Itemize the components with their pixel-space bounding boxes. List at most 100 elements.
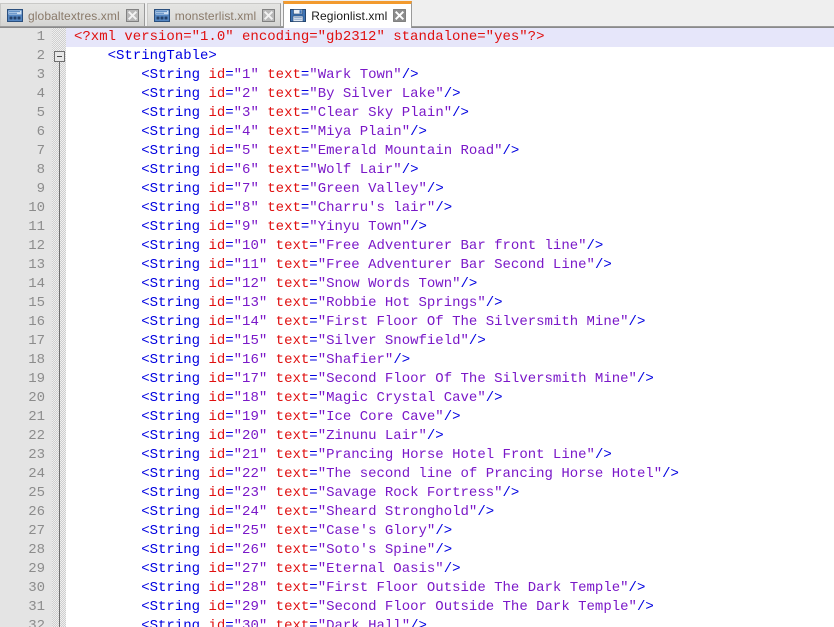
code-line: <String id="7" text="Green Valley"/> bbox=[66, 180, 834, 199]
self-closing-bracket: /> bbox=[477, 504, 495, 520]
code-editor[interactable]: 1 2 3 4 5 6 7 8 9 10 11 12 13 14 15 16 17 18 19 20 21 22 23 24 2… bbox=[0, 28, 834, 627]
self-closing-bracket: /> bbox=[485, 295, 503, 311]
self-closing-bracket: /> bbox=[628, 580, 646, 596]
self-closing-bracket: /> bbox=[435, 523, 453, 539]
element-tag: <String bbox=[141, 162, 201, 178]
attribute-value-id: "6" bbox=[233, 162, 259, 178]
attribute-name-id: id bbox=[208, 295, 226, 311]
tab-globaltextres-xml[interactable]: globaltextres.xml bbox=[0, 3, 145, 27]
attribute-name-text: text bbox=[275, 542, 310, 558]
fold-collapse-icon[interactable] bbox=[54, 51, 65, 62]
self-closing-bracket: /> bbox=[401, 162, 419, 178]
code-line: <String id="18" text="Magic Crystal Cave… bbox=[66, 389, 834, 408]
attribute-value-text: "Clear Sky Plain" bbox=[309, 105, 453, 121]
self-closing-bracket: /> bbox=[468, 333, 486, 349]
close-icon[interactable] bbox=[125, 9, 139, 22]
attribute-value-id: "19" bbox=[233, 409, 268, 425]
attribute-value-text: "Eternal Oasis" bbox=[317, 561, 444, 577]
tab-monsterlist-xml[interactable]: monsterlist.xml bbox=[146, 3, 282, 27]
line-number: 14 bbox=[28, 276, 45, 292]
attribute-name-id: id bbox=[208, 162, 226, 178]
self-closing-bracket: /> bbox=[452, 105, 469, 121]
equals-sign: = bbox=[309, 523, 318, 539]
code-line: <String id="10" text="Free Adventurer Ba… bbox=[66, 237, 834, 256]
attribute-name-text: text bbox=[275, 466, 310, 482]
attribute-name-id: id bbox=[208, 124, 226, 140]
attribute-value-id: "16" bbox=[233, 352, 268, 368]
tab-bar: globaltextres.xml monsterlist.xml Regionli… bbox=[0, 0, 834, 28]
code-line: <String id="26" text="Soto's Spine"/> bbox=[66, 541, 834, 560]
equals-sign: = bbox=[225, 86, 234, 102]
line-number: 16 bbox=[28, 314, 45, 330]
attribute-name-id: id bbox=[208, 485, 226, 501]
attribute-value-id: "10" bbox=[233, 238, 268, 254]
line-number: 26 bbox=[28, 504, 45, 520]
attribute-value-text: "Sheard Stronghold" bbox=[317, 504, 478, 520]
attribute-name-id: id bbox=[208, 67, 226, 83]
attribute-value-text: "Snow Words Town" bbox=[317, 276, 461, 292]
line-number: 18 bbox=[28, 352, 45, 368]
element-tag: <String bbox=[141, 504, 201, 520]
equals-sign: = bbox=[309, 276, 318, 292]
code-line: <String id="23" text="Savage Rock Fortre… bbox=[66, 484, 834, 503]
equals-sign: = bbox=[309, 542, 318, 558]
attribute-name-text: text bbox=[275, 580, 310, 596]
equals-sign: = bbox=[309, 580, 318, 596]
attribute-value-text: "Charru's lair" bbox=[309, 200, 436, 216]
code-text-area[interactable]: <?xml version="1.0" encoding="gb2312" st… bbox=[66, 28, 834, 627]
attribute-name-id: id bbox=[208, 314, 226, 330]
attribute-name-id: id bbox=[208, 447, 226, 463]
attribute-value-text: "Prancing Horse Hotel Front Line" bbox=[317, 447, 595, 463]
equals-sign: = bbox=[225, 409, 234, 425]
code-line: <?xml version="1.0" encoding="gb2312" st… bbox=[66, 28, 834, 47]
line-number: 25 bbox=[28, 485, 45, 501]
attribute-value-text: "Free Adventurer Bar front line" bbox=[317, 238, 587, 254]
attribute-value-text: "Second Floor Of The Silversmith Mine" bbox=[317, 371, 637, 387]
attribute-name-id: id bbox=[208, 333, 226, 349]
attribute-value-text: "Silver Snowfield" bbox=[317, 333, 469, 349]
equals-sign: = bbox=[225, 390, 234, 406]
attribute-value-text: "Dark Hall" bbox=[317, 618, 411, 627]
attribute-name-text: text bbox=[267, 143, 301, 159]
code-folding-margin[interactable] bbox=[52, 28, 66, 627]
attribute-name-text: text bbox=[275, 295, 310, 311]
equals-sign: = bbox=[225, 466, 234, 482]
attribute-name-text: text bbox=[267, 219, 301, 235]
element-tag: <String bbox=[141, 276, 201, 292]
self-closing-bracket: /> bbox=[460, 276, 478, 292]
attribute-value-id: "15" bbox=[233, 333, 268, 349]
code-line: <String id="16" text="Shafier"/> bbox=[66, 351, 834, 370]
attribute-name-text: text bbox=[267, 124, 301, 140]
equals-sign: = bbox=[309, 333, 318, 349]
attribute-name-id: id bbox=[208, 523, 226, 539]
code-line: <String id="17" text="Second Floor Of Th… bbox=[66, 370, 834, 389]
self-closing-bracket: /> bbox=[594, 447, 612, 463]
code-line: <String id="3" text="Clear Sky Plain"/> bbox=[66, 104, 834, 123]
equals-sign: = bbox=[309, 257, 318, 273]
attribute-name-id: id bbox=[208, 599, 226, 615]
equals-sign: = bbox=[225, 485, 234, 501]
attribute-value-text: "Green Valley" bbox=[309, 181, 427, 197]
code-line: <String id="11" text="Free Adventurer Ba… bbox=[66, 256, 834, 275]
element-tag: <String bbox=[141, 67, 201, 83]
element-tag: <String bbox=[141, 371, 201, 387]
equals-sign: = bbox=[309, 466, 318, 482]
attribute-value-id: "26" bbox=[233, 542, 268, 558]
xml-file-icon bbox=[7, 9, 23, 22]
equals-sign: = bbox=[225, 143, 234, 159]
equals-sign: = bbox=[225, 219, 234, 235]
attribute-value-text: "By Silver Lake" bbox=[309, 86, 444, 102]
element-tag: <String bbox=[141, 580, 201, 596]
self-closing-bracket: /> bbox=[426, 181, 444, 197]
tab-regionlist-xml[interactable]: Regionlist.xml bbox=[283, 1, 413, 28]
equals-sign: = bbox=[225, 314, 234, 330]
equals-sign: = bbox=[225, 580, 234, 596]
attribute-name-id: id bbox=[208, 86, 226, 102]
line-number: 27 bbox=[28, 523, 45, 539]
close-icon[interactable] bbox=[393, 9, 407, 22]
code-line: <String id="20" text="Zinunu Lair"/> bbox=[66, 427, 834, 446]
close-icon[interactable] bbox=[262, 9, 276, 22]
self-closing-bracket: /> bbox=[410, 618, 427, 627]
attribute-name-id: id bbox=[208, 561, 226, 577]
attribute-value-text: "Shafier" bbox=[317, 352, 394, 368]
